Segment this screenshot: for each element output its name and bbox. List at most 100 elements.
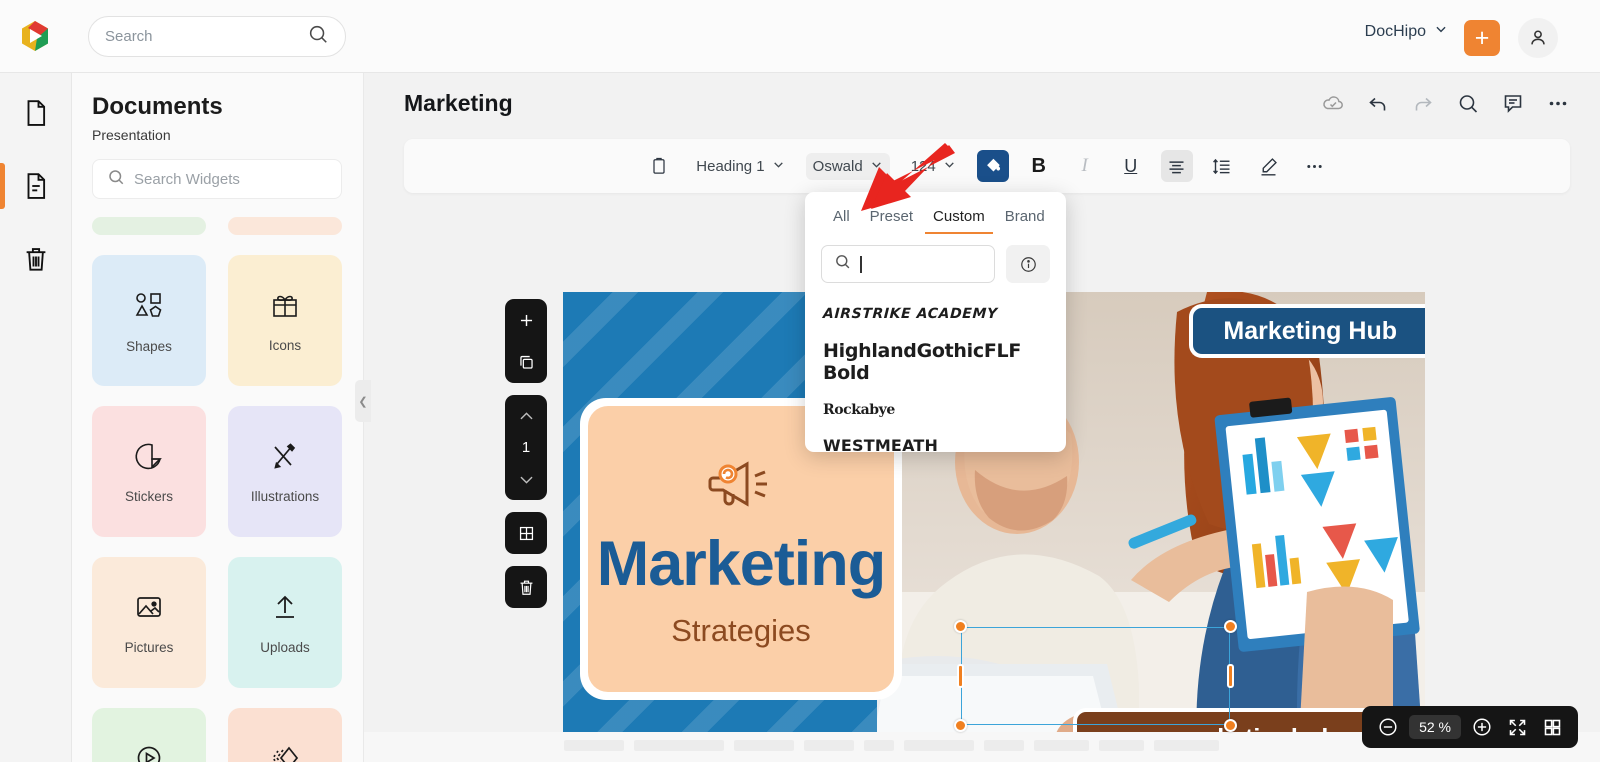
rail-item-my-documents[interactable] (0, 149, 72, 222)
underline-label: U (1124, 155, 1138, 176)
widget-card-stickers[interactable]: Stickers (92, 406, 206, 537)
font-option[interactable]: AIRSTRIKE ACADEMY (822, 297, 1049, 331)
info-icon[interactable] (1006, 245, 1050, 283)
more-options-icon[interactable] (1546, 91, 1570, 115)
text-selection-frame (954, 620, 1237, 732)
upload-arrow-icon (269, 591, 301, 626)
background-window-toolbar (564, 740, 1219, 751)
tab-custom[interactable]: Custom (923, 204, 995, 234)
font-search-row (805, 234, 1066, 283)
toolbar-more-options-icon[interactable] (1299, 150, 1331, 182)
align-center-icon[interactable] (1160, 150, 1193, 182)
search-icon (307, 23, 329, 50)
widget-card-partial-1[interactable] (92, 217, 206, 235)
chevron-left-icon: ❮ (358, 395, 368, 408)
grid-icon[interactable] (505, 512, 547, 554)
create-new-button[interactable]: + (1464, 20, 1500, 56)
page-up-icon[interactable] (505, 395, 547, 437)
resize-handle-left[interactable] (957, 664, 964, 688)
font-option[interactable]: Rockabye (823, 393, 1048, 427)
delete-page-icon[interactable] (505, 566, 547, 608)
zoom-in-icon[interactable] (1468, 713, 1496, 741)
brand-label: DocHipo (1364, 22, 1426, 40)
slide-heading[interactable]: Marketing (597, 533, 887, 596)
bold-button[interactable]: B (1023, 150, 1055, 182)
undo-icon[interactable] (1366, 91, 1390, 115)
sticker-icon (133, 440, 165, 475)
chevron-down-icon (870, 158, 883, 175)
add-page-icon[interactable] (505, 299, 547, 341)
marker-pen-icon[interactable] (1253, 150, 1285, 182)
panel-subtitle: Presentation (92, 127, 171, 143)
rail-item-trash[interactable] (0, 222, 72, 295)
selection-outline (961, 627, 1230, 725)
image-icon (133, 591, 165, 626)
widget-label: Pictures (124, 639, 174, 655)
cloud-saved-icon[interactable] (1321, 91, 1345, 115)
search-icon (107, 168, 125, 191)
widget-card-uploads[interactable]: Uploads (228, 557, 342, 688)
comment-icon[interactable] (1501, 91, 1525, 115)
paragraph-style-select[interactable]: Heading 1 (689, 153, 791, 180)
panel-title: Documents (92, 93, 223, 120)
widget-card-partial-2[interactable] (228, 217, 342, 235)
search-input[interactable] (105, 28, 307, 45)
line-spacing-icon[interactable] (1207, 150, 1239, 182)
fill-color-button[interactable] (976, 150, 1009, 182)
font-option[interactable]: WESTMEATH (823, 427, 1048, 464)
widget-search-input[interactable] (134, 170, 333, 188)
expand-icon[interactable] (1503, 713, 1531, 741)
page-title: Marketing (404, 90, 513, 116)
tab-all[interactable]: All (823, 204, 860, 234)
font-size-select[interactable]: 124 (904, 153, 963, 180)
zoom-level-value[interactable]: 52 % (1409, 715, 1461, 739)
resize-handle-bottom-right[interactable] (1224, 719, 1237, 732)
add-duplicate-group (505, 299, 547, 383)
widget-search[interactable] (92, 159, 342, 199)
paragraph-style-value: Heading 1 (696, 157, 765, 175)
font-family-select[interactable]: Oswald (805, 152, 890, 180)
canvas-page-tools: 1 (505, 299, 547, 608)
rail-item-blank-document[interactable] (0, 76, 72, 149)
widget-label: Icons (268, 337, 302, 353)
widget-card-videos[interactable]: Videos (92, 708, 206, 762)
italic-button[interactable]: I (1069, 150, 1101, 182)
grid-view-icon[interactable] (1538, 713, 1566, 741)
tab-preset[interactable]: Preset (860, 204, 923, 234)
tab-label: All (833, 208, 850, 225)
page-navigation-group: 1 (505, 395, 547, 500)
font-search-input[interactable] (821, 245, 995, 283)
gift-icon (269, 289, 301, 324)
italic-label: I (1081, 155, 1088, 176)
zoom-out-icon[interactable] (1374, 713, 1402, 741)
dochipo-logo-icon[interactable] (17, 18, 53, 54)
user-avatar-icon[interactable] (1518, 18, 1558, 58)
redo-icon[interactable] (1411, 91, 1435, 115)
widget-card-icons[interactable]: Icons (228, 255, 342, 386)
dochipo-editor-app: DocHipo + (0, 0, 1600, 762)
font-option[interactable]: HighlandGothicFLF Bold (823, 331, 1048, 393)
resize-handle-top-right[interactable] (1224, 620, 1237, 633)
page-down-icon[interactable] (505, 458, 547, 500)
search-icon[interactable] (1456, 91, 1480, 115)
resize-handle-top-left[interactable] (954, 620, 967, 633)
resize-handle-right[interactable] (1227, 664, 1234, 688)
brand-selector[interactable]: DocHipo (1365, 22, 1448, 41)
slide-subheading[interactable]: Strategies (671, 613, 811, 649)
tab-brand[interactable]: Brand (995, 204, 1055, 234)
widget-card-illustrations[interactable]: Illustrations (228, 406, 342, 537)
duplicate-page-icon[interactable] (505, 341, 547, 383)
tab-label: Preset (869, 208, 914, 225)
widget-card-animations[interactable]: Animations (228, 708, 342, 762)
global-search[interactable] (88, 16, 346, 57)
editor-top-actions (1321, 91, 1570, 115)
marketing-hub-badge: Marketing Hub (1189, 304, 1425, 358)
panel-collapse-handle[interactable]: ❮ (355, 380, 371, 422)
widget-card-shapes[interactable]: Shapes (92, 255, 206, 386)
resize-handle-bottom-left[interactable] (954, 719, 967, 732)
widget-grid: Shapes Icons Stickers Illustrations Pict… (92, 217, 342, 762)
widget-label: Illustrations (250, 488, 320, 504)
clipboard-icon[interactable] (643, 150, 675, 182)
underline-button[interactable]: U (1115, 150, 1147, 182)
widget-card-pictures[interactable]: Pictures (92, 557, 206, 688)
